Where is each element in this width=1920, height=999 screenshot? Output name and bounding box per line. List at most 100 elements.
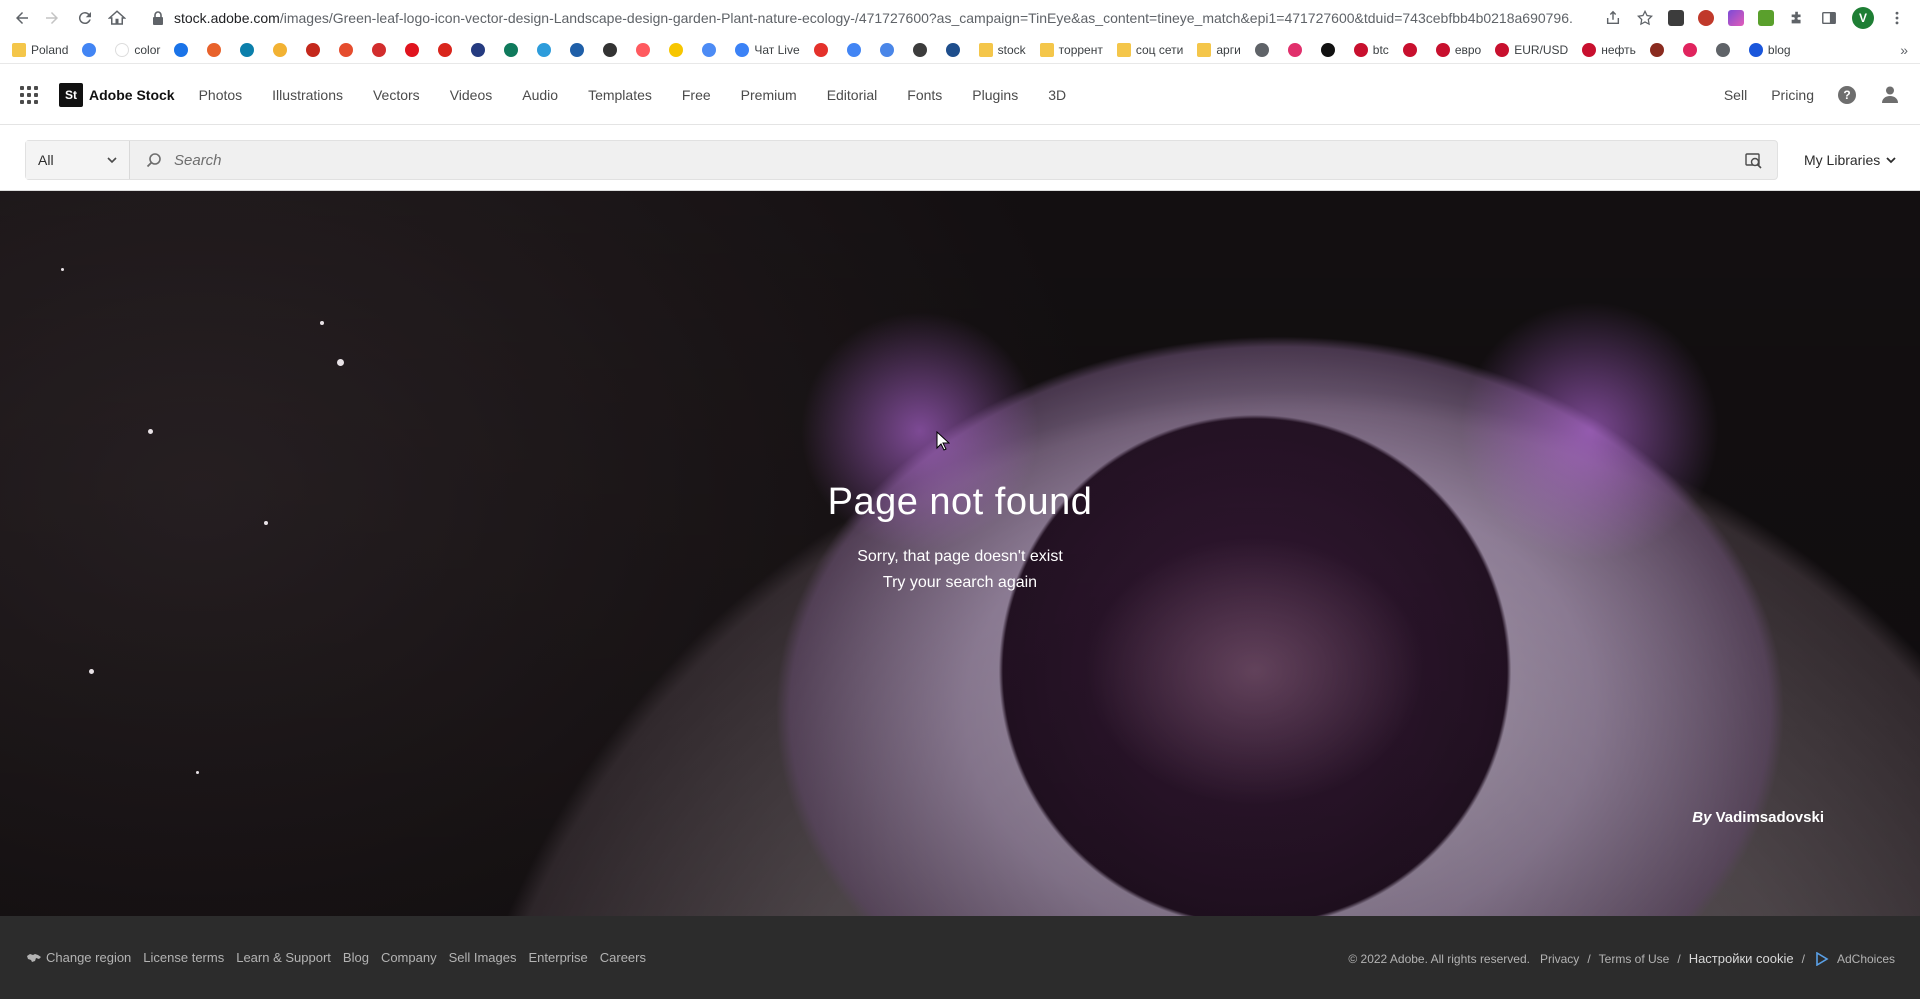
bookmark-item[interactable] [174, 42, 193, 57]
nav-3d[interactable]: 3D [1048, 87, 1066, 103]
bookmark-item[interactable]: нефть [1582, 42, 1636, 57]
nav-illustrations[interactable]: Illustrations [272, 87, 343, 103]
bookmark-folder[interactable]: Poland [12, 42, 68, 57]
extension-icon[interactable] [1668, 10, 1684, 26]
favicon-icon [537, 42, 552, 57]
sell-link[interactable]: Sell [1724, 87, 1747, 103]
help-icon[interactable]: ? [1838, 86, 1856, 104]
bookmark-item[interactable] [1287, 42, 1307, 57]
bookmark-item[interactable] [1649, 42, 1669, 57]
adobe-stock-logo[interactable]: St Adobe Stock [59, 82, 175, 107]
footer-link-careers[interactable]: Careers [600, 950, 646, 965]
search-scope-select[interactable]: All [26, 141, 130, 179]
footer-link-blog[interactable]: Blog [343, 950, 369, 965]
bookmark-item[interactable] [405, 42, 424, 57]
bookmarks-overflow-icon[interactable]: » [1900, 42, 1908, 58]
bookmark-item[interactable] [1320, 42, 1340, 57]
reload-icon[interactable] [73, 6, 97, 30]
address-bar[interactable]: stock.adobe.com/images/Green-leaf-logo-i… [140, 3, 1636, 33]
bookmark-item[interactable]: евро [1435, 42, 1481, 57]
bookmark-item[interactable] [207, 42, 226, 57]
bookmark-item[interactable] [603, 42, 622, 57]
favicon-icon [504, 42, 519, 57]
bookmark-item[interactable] [372, 42, 391, 57]
bookmark-item[interactable] [1254, 42, 1274, 57]
bookmark-folder[interactable]: торрент [1039, 42, 1103, 57]
bookmark-item[interactable] [471, 42, 490, 57]
bookmark-item[interactable] [504, 42, 523, 57]
nav-editorial[interactable]: Editorial [827, 87, 878, 103]
search-input[interactable] [174, 151, 1674, 169]
apps-grid-icon[interactable] [20, 85, 38, 104]
bookmark-item[interactable] [240, 42, 259, 57]
share-icon[interactable] [1604, 9, 1622, 27]
visual-search-icon[interactable] [1745, 152, 1763, 170]
privacy-link[interactable]: Privacy [1540, 952, 1579, 966]
profile-avatar[interactable]: V [1852, 7, 1874, 29]
nav-audio[interactable]: Audio [522, 87, 558, 103]
my-libraries-label: My Libraries [1804, 152, 1881, 168]
nav-templates[interactable]: Templates [588, 87, 652, 103]
download-extension-icon[interactable] [1758, 10, 1774, 26]
nav-plugins[interactable]: Plugins [972, 87, 1018, 103]
extension-icon[interactable] [1728, 10, 1744, 26]
menu-icon[interactable] [1888, 9, 1906, 27]
bookmark-item[interactable]: Чат Live [735, 42, 800, 57]
bookmark-item[interactable] [570, 42, 589, 57]
star-icon[interactable] [1636, 9, 1654, 27]
footer-link-enterprise[interactable]: Enterprise [529, 950, 588, 965]
adchoices-icon[interactable] [1815, 951, 1829, 966]
bookmark-item[interactable] [537, 42, 556, 57]
bookmark-item[interactable] [636, 42, 655, 57]
bookmark-folder[interactable]: stock [978, 42, 1026, 57]
forward-icon[interactable] [40, 6, 64, 30]
bookmark-item[interactable] [702, 42, 721, 57]
extension-icon[interactable] [1698, 10, 1714, 26]
bookmark-item[interactable] [846, 42, 866, 57]
bookmark-item[interactable] [339, 42, 358, 57]
back-icon[interactable] [10, 6, 34, 30]
bookmark-item[interactable]: EUR/USD [1495, 42, 1568, 57]
main-nav: Photos Illustrations Vectors Videos Audio Tem… [199, 87, 1097, 103]
bookmark-item[interactable] [813, 42, 833, 57]
bookmark-item[interactable]: color [115, 42, 160, 57]
user-icon[interactable] [1880, 84, 1900, 107]
bookmark-item[interactable] [1402, 42, 1422, 57]
nav-free[interactable]: Free [682, 87, 711, 103]
nav-videos[interactable]: Videos [450, 87, 493, 103]
bookmark-item[interactable] [1682, 42, 1702, 57]
footer-link-learn-support[interactable]: Learn & Support [236, 950, 331, 965]
bookmark-folder[interactable]: арги [1197, 42, 1241, 57]
footer-link-company[interactable]: Company [381, 950, 437, 965]
adchoices-link[interactable]: AdChoices [1837, 952, 1895, 966]
side-panel-icon[interactable] [1820, 9, 1838, 27]
pricing-link[interactable]: Pricing [1771, 87, 1814, 103]
bookmark-item[interactable] [879, 42, 899, 57]
bookmark-item[interactable] [82, 42, 101, 57]
bookmark-item[interactable]: blog [1748, 42, 1791, 57]
bookmark-item[interactable] [273, 42, 292, 57]
favicon-icon [82, 42, 97, 57]
nav-fonts[interactable]: Fonts [907, 87, 942, 103]
footer-link-sell-images[interactable]: Sell Images [449, 950, 517, 965]
bookmark-item[interactable]: btc [1353, 42, 1389, 57]
bookmark-item[interactable] [912, 42, 932, 57]
nav-premium[interactable]: Premium [741, 87, 797, 103]
cookie-settings-link[interactable]: Настройки cookie [1689, 951, 1794, 966]
bookmark-item[interactable] [306, 42, 325, 57]
terms-link[interactable]: Terms of Use [1599, 952, 1670, 966]
bookmark-item[interactable] [438, 42, 457, 57]
nav-photos[interactable]: Photos [199, 87, 243, 103]
browser-actions: V [1604, 3, 1920, 33]
bookmark-folder[interactable]: соц сети [1116, 42, 1183, 57]
bookmark-item[interactable] [945, 42, 965, 57]
my-libraries-button[interactable]: My Libraries [1804, 152, 1896, 168]
footer-link-license-terms[interactable]: License terms [143, 950, 224, 965]
bookmark-item[interactable] [1715, 42, 1735, 57]
home-icon[interactable] [105, 6, 129, 30]
bookmark-item[interactable] [669, 42, 688, 57]
nav-vectors[interactable]: Vectors [373, 87, 420, 103]
puzzle-icon[interactable] [1788, 9, 1806, 27]
footer-link-change-region[interactable]: Change region [46, 950, 131, 965]
image-credit[interactable]: By Vadimsadovski [1692, 809, 1824, 826]
